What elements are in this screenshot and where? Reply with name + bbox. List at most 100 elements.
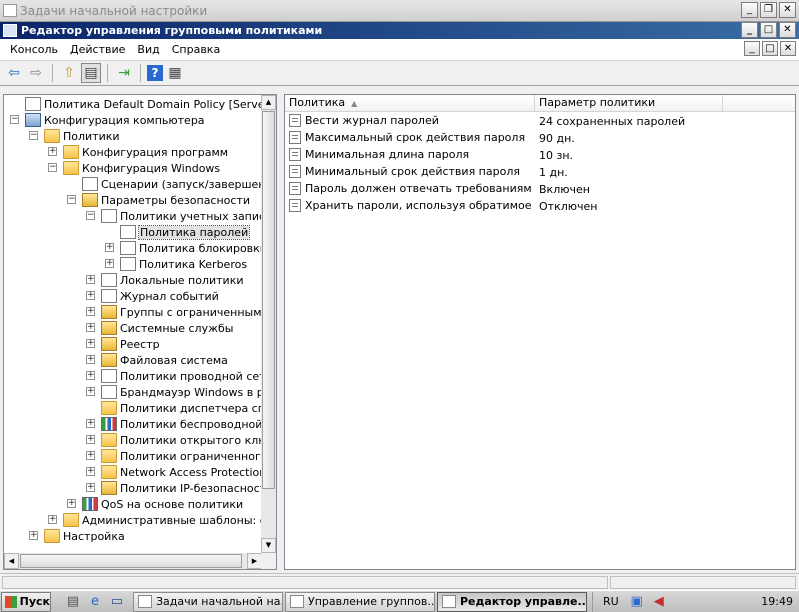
tree-node[interactable]: Настройка [44,528,125,544]
list-item[interactable]: Минимальная длина пароля 10 зн. [285,147,795,164]
expand-plus-icon[interactable]: + [67,499,76,508]
close-button[interactable]: ✕ [779,22,796,38]
tree-node[interactable]: Политики открытого ключа [101,432,262,448]
up-folder-icon[interactable]: ⇧ [59,63,79,83]
tree-node[interactable]: Параметры безопасности [82,192,250,208]
minimize-button[interactable]: _ [741,22,758,38]
background-window-titlebar[interactable]: Задачи начальной настройки _ ❐ ✕ [0,0,799,22]
tree-node[interactable]: Политики IP-безопасности [101,480,262,496]
expand-plus-icon[interactable]: + [86,323,95,332]
tree-node[interactable]: Политики учетных записей [101,208,262,224]
mdi-maximize-button[interactable]: □ [762,41,778,56]
collapse-minus-icon[interactable]: − [48,163,57,172]
restore-button[interactable]: ❐ [760,2,777,18]
tree-node[interactable]: Конфигурация компьютера [25,112,205,128]
server-manager-icon[interactable]: ▤ [65,594,81,610]
taskbar-button-initial-config[interactable]: Задачи начальной на... [133,591,283,612]
expand-plus-icon[interactable]: + [48,515,57,524]
clock[interactable]: 19:49 [761,595,793,608]
taskbar-button-gpo-editor[interactable]: Редактор управле... [437,591,587,612]
tree-node[interactable]: Политика Kerberos [120,256,247,272]
tree-node[interactable]: Журнал событий [101,288,219,304]
expand-plus-icon[interactable]: + [86,451,95,460]
expand-plus-icon[interactable]: + [105,259,114,268]
expand-plus-icon[interactable]: + [86,355,95,364]
expand-plus-icon[interactable]: + [86,435,95,444]
expand-plus-icon[interactable]: + [48,147,57,156]
tree-node[interactable]: Политика блокировки у [120,240,262,256]
expand-plus-icon[interactable]: + [86,275,95,284]
menu-help[interactable]: Справка [166,43,226,56]
list-item[interactable]: Вести журнал паролей 24 сохраненных парол… [285,113,795,130]
expand-plus-icon[interactable]: + [86,483,95,492]
collapse-minus-icon[interactable]: − [29,131,38,140]
menu-view[interactable]: Вид [131,43,165,56]
internet-explorer-icon[interactable]: e [87,594,103,610]
expand-plus-icon[interactable]: + [86,371,95,380]
language-indicator[interactable]: RU [599,595,623,608]
taskbar-button-gpmc[interactable]: Управление группов... [285,591,435,612]
scroll-thumb[interactable] [20,554,242,568]
tree-vertical-scrollbar[interactable]: ▲ ▼ [261,95,276,553]
forward-arrow-icon[interactable]: ⇨ [26,63,46,83]
details-pane[interactable]: Политика ▲ Параметр политики Вести журнал… [284,94,796,570]
tree-node[interactable]: Конфигурация программ [63,144,228,160]
column-header-policy[interactable]: Политика ▲ [285,95,535,112]
tree-node[interactable]: Network Access Protection [101,464,262,480]
export-list-icon[interactable]: ⇥ [114,63,134,83]
tree-node[interactable]: Политики [44,128,120,144]
console-tree[interactable]: Политика Default Domain Policy [Server-0… [3,94,277,570]
collapse-minus-icon[interactable]: − [10,115,19,124]
expand-plus-icon[interactable]: + [86,307,95,316]
properties-icon[interactable]: ▦ [165,63,185,83]
tree-node[interactable]: Файловая система [101,352,228,368]
tree-node[interactable]: Политики диспетчера списк [101,400,262,416]
tree-node[interactable]: Брандмауэр Windows в реж [101,384,262,400]
tree-node[interactable]: Локальные политики [101,272,244,288]
network-icon[interactable]: ▣ [629,594,645,610]
show-hide-tree-icon[interactable]: ▤ [81,63,101,83]
scroll-thumb[interactable] [262,111,275,489]
back-arrow-icon[interactable]: ⇦ [4,63,24,83]
tree-node[interactable]: Группы с ограниченным до [101,304,262,320]
tree-node[interactable]: Политика паролей [120,224,251,240]
expand-plus-icon[interactable]: + [29,531,38,540]
expand-plus-icon[interactable]: + [86,419,95,428]
list-item[interactable]: Хранить пароли, используя обратимое ши..… [285,198,795,215]
tree-node[interactable]: Административные шаблоны: опре [63,512,262,528]
scroll-left-arrow-icon[interactable]: ◀ [4,553,19,569]
command-prompt-icon[interactable]: ▭ [109,594,125,610]
minimize-button[interactable]: _ [741,2,758,18]
scroll-right-arrow-icon[interactable]: ▶ [247,553,262,569]
start-button[interactable]: Пуск [1,591,51,612]
tree-horizontal-scrollbar[interactable]: ◀ ▶ [4,553,262,569]
expand-plus-icon[interactable]: + [86,339,95,348]
tree-node[interactable]: Политики проводной сети ( [101,368,262,384]
tree-node[interactable]: Политики ограниченного ис [101,448,262,464]
tree-node[interactable]: QoS на основе политики [82,496,243,512]
tree-node[interactable]: Конфигурация Windows [63,160,220,176]
window-titlebar[interactable]: Редактор управления групповыми политикам… [0,22,799,39]
tree-node[interactable]: Сценарии (запуск/завершение) [82,176,262,192]
expand-plus-icon[interactable]: + [86,467,95,476]
menu-console[interactable]: Консоль [4,43,64,56]
expand-plus-icon[interactable]: + [105,243,114,252]
menu-action[interactable]: Действие [64,43,131,56]
mdi-close-button[interactable]: ✕ [780,41,796,56]
tree-node[interactable]: Политики беспроводной се [101,416,262,432]
collapse-minus-icon[interactable]: − [67,195,76,204]
scroll-down-arrow-icon[interactable]: ▼ [261,538,276,553]
tree-node[interactable]: Политика Default Domain Policy [Server-0… [25,96,262,112]
tree-node[interactable]: Реестр [101,336,160,352]
tree-node[interactable]: Системные службы [101,320,233,336]
collapse-minus-icon[interactable]: − [86,211,95,220]
close-button[interactable]: ✕ [779,2,796,18]
list-item[interactable]: Максимальный срок действия пароля 90 дн. [285,130,795,147]
list-item[interactable]: Пароль должен отвечать требованиям сл...… [285,181,795,198]
volume-muted-icon[interactable]: ◀ [651,594,667,610]
scroll-up-arrow-icon[interactable]: ▲ [261,95,276,110]
mdi-minimize-button[interactable]: _ [744,41,760,56]
help-icon[interactable]: ? [147,65,163,81]
column-header-setting[interactable]: Параметр политики [535,95,723,112]
expand-plus-icon[interactable]: + [86,291,95,300]
